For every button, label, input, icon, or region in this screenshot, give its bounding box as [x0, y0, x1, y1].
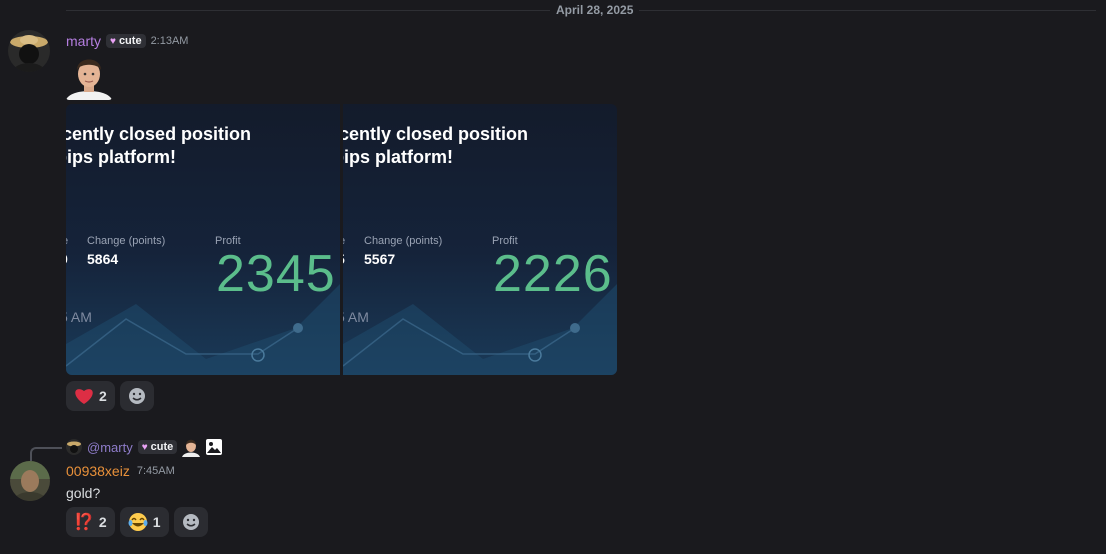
reply-connector: [30, 447, 62, 461]
reply-mention[interactable]: @marty: [87, 440, 133, 455]
card-time: 5 AM: [66, 309, 92, 325]
avatar-00938xeiz[interactable]: [10, 461, 50, 501]
message-header: marty ♥ cute 2:13AM: [66, 33, 188, 49]
message-text: gold?: [66, 485, 101, 501]
col1-value: 5: [343, 251, 345, 267]
change-value: 5567: [364, 251, 396, 267]
smiley-icon: [128, 388, 145, 404]
reactions-bar: ⁉️ 2 1: [66, 507, 208, 537]
guild-tag-label: cute: [150, 441, 174, 453]
reply-sticker-face-icon: [182, 439, 201, 457]
change-label: Change (points): [364, 235, 443, 247]
message-header: 00938xeiz 7:45AM: [66, 463, 175, 479]
card-headline: ecently closed position pips platform!: [66, 124, 252, 167]
reaction-interrobang[interactable]: ⁉️ 2: [66, 507, 115, 537]
username-00938xeiz[interactable]: 00938xeiz: [66, 463, 130, 479]
heart-icon: ♥: [141, 441, 148, 453]
guild-tag[interactable]: ♥ cute: [137, 440, 178, 454]
username-marty[interactable]: marty: [66, 33, 101, 49]
add-reaction-button[interactable]: [119, 381, 154, 411]
avatar-marty[interactable]: [8, 30, 50, 72]
reactions-bar: 2: [66, 381, 154, 411]
reply-preview[interactable]: @marty ♥ cute: [66, 437, 223, 457]
guild-tag[interactable]: ♥ cute: [106, 34, 146, 48]
col1-value: 9: [66, 251, 68, 267]
chat-view: April 28, 2025 marty ♥ cute 2:13AM ecent…: [0, 0, 1106, 554]
guild-tag-label: cute: [118, 35, 142, 47]
reply-avatar: [66, 439, 82, 455]
face-emoji-image[interactable]: [66, 50, 112, 100]
smiley-icon: [182, 514, 199, 530]
reaction-count: 2: [98, 514, 107, 530]
trade-card-image[interactable]: ecently closed position pips platform! e…: [343, 104, 617, 375]
message-timestamp[interactable]: 2:13AM: [151, 35, 189, 47]
profit-value: 2345: [216, 245, 336, 303]
interrobang-emoji-icon: ⁉️: [74, 514, 94, 531]
heart-icon: ♥: [110, 35, 116, 47]
col1-label: e: [343, 235, 345, 247]
date-divider: April 28, 2025: [550, 3, 640, 17]
trade-card-image[interactable]: ecently closed position pips platform! e…: [66, 104, 340, 375]
tears-of-joy-emoji-icon: [128, 513, 148, 531]
image-icon: [206, 439, 223, 455]
change-value: 5864: [87, 251, 119, 267]
red-heart-emoji-icon: [75, 389, 93, 404]
reaction-count: 2: [99, 388, 107, 404]
reaction-count: 1: [152, 514, 161, 530]
profit-value: 2226: [493, 245, 613, 303]
message-timestamp[interactable]: 7:45AM: [137, 465, 175, 477]
reaction-heart[interactable]: 2: [66, 381, 115, 411]
reaction-tears-of-joy[interactable]: 1: [119, 507, 169, 537]
card-headline: ecently closed position pips platform!: [343, 124, 529, 167]
add-reaction-button[interactable]: [173, 507, 208, 537]
change-label: Change (points): [87, 235, 166, 247]
col1-label: e: [66, 235, 68, 247]
card-time: 5 AM: [343, 309, 369, 325]
